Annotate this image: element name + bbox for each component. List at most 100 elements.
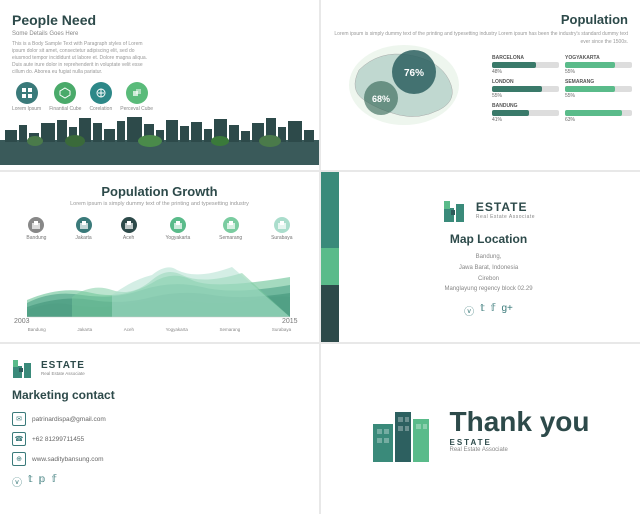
estate-logo: ESTATE Real Estate Associate [442, 196, 535, 224]
slide1-subtitle: Some Details Goes Here [12, 31, 307, 37]
twitter-icon[interactable]: 𝕥 [480, 303, 485, 318]
slide5-logo-text-area: ESTATE Real Estate Associate [41, 360, 85, 376]
stat-pair-1: BARCELONA 48% YOGYAKARTA 55% [492, 55, 632, 75]
map-location-title: Map Location [450, 232, 527, 246]
thank-you-text-area: Thank you ESTATE Real Estate Associate [449, 406, 589, 453]
svg-text:2015: 2015 [282, 318, 298, 325]
cities-icons-row: Bandung Jakarta Aceh Yogyakarta [12, 217, 307, 241]
city-aceh: Aceh [121, 217, 137, 241]
stripe-dark [321, 285, 339, 342]
city-semarang: Semarang [219, 217, 242, 241]
population-stats: BARCELONA 48% YOGYAKARTA 55% LONDON 55% [492, 55, 632, 127]
slide5-estate-name: ESTATE [41, 360, 85, 371]
svg-text:68%: 68% [372, 94, 390, 104]
facebook-icon-5[interactable]: 𝕗 [52, 474, 57, 489]
bandung-icon [28, 217, 44, 233]
stat-city-bandung: BANDUNG [492, 103, 559, 109]
presentation-grid: People Need Some Details Goes Here This … [0, 0, 640, 510]
addr-line1: Bandung, [476, 254, 502, 260]
stat-london: LONDON 55% [492, 79, 559, 99]
vimeo-icon-5[interactable]: ⓥ [12, 474, 22, 489]
growth-chart: 2003 2015 Bandung Jakarta Aceh [12, 245, 307, 335]
stat-city-yogya: YOGYAKARTA [565, 55, 632, 61]
cityscape [0, 115, 319, 170]
addr-line4: Manglayung regency block 02.29 [444, 286, 532, 292]
slide-marketing-contact: ESTATE Real Estate Associate Marketing c… [0, 344, 319, 514]
phone-value: +62 81299711455 [32, 436, 84, 443]
pop-title: Population [333, 12, 628, 27]
stripe-green [321, 248, 339, 286]
stat-pair-3: BANDUNG 41% 63% [492, 103, 632, 123]
vimeo-icon[interactable]: ⓥ [464, 303, 474, 318]
slide5-social: ⓥ 𝕥 𝕡 𝕗 [12, 474, 307, 489]
address: Bandung, Jawa Barat, Indonesia Cirebon M… [444, 252, 532, 295]
website-value: www.saditybansung.com [32, 456, 104, 463]
slide6-estate-name: ESTATE [449, 438, 589, 447]
svg-text:76%: 76% [404, 68, 424, 79]
city-yogyakarta: Yogyakarta [165, 217, 190, 241]
surabaya-icon [274, 217, 290, 233]
thank-you-logo [371, 394, 431, 464]
website-contact: ⊕ www.saditybansung.com [12, 452, 307, 466]
svg-text:2003: 2003 [14, 318, 30, 325]
slide6-estate-sub: Real Estate Associate [449, 447, 589, 453]
icon-item-4: Perceval Cube [120, 82, 153, 112]
pg-title: Population Growth [12, 184, 307, 199]
estate-tagline: Real Estate Associate [476, 214, 535, 220]
slide-thank-you: Thank you ESTATE Real Estate Associate [321, 344, 640, 514]
email-contact: ✉ patrinardispa@gmail.com [12, 412, 307, 426]
semarang-icon [223, 217, 239, 233]
slide-population: Population Lorem ipsum is simply dummy t… [321, 0, 640, 170]
addr-line2: Jawa Barat, Indonesia [459, 265, 518, 271]
jakarta-icon [76, 217, 92, 233]
city-jakarta: Jakarta [75, 217, 91, 241]
stripe-teal [321, 172, 339, 248]
addr-line3: Cirebon [478, 276, 499, 282]
estate-name: ESTATE [476, 200, 535, 214]
web-icon: ⊕ [12, 452, 26, 466]
city-bandung: Bandung [26, 217, 46, 241]
icon3-label: Corelation [89, 106, 112, 112]
stat-other: 63% [565, 103, 632, 123]
population-map: 76% 68% [329, 30, 459, 130]
slide1-body: This is a Body Sample Text with Paragrap… [12, 41, 152, 76]
slide-people-need: People Need Some Details Goes Here This … [0, 0, 319, 170]
stat-city-other [565, 103, 632, 109]
slide5-logo: ESTATE Real Estate Associate [12, 356, 307, 380]
stat-city-semarang: SEMARANG [565, 79, 632, 85]
stat-semarang: SEMARANG 55% [565, 79, 632, 99]
phone-contact: ☎ +62 81299711455 [12, 432, 307, 446]
email-icon: ✉ [12, 412, 26, 426]
slide-population-growth: Population Growth Lorem ipsum is simply … [0, 172, 319, 342]
city-surabaya: Surabaya [271, 217, 292, 241]
icon-item-1: Lorem Ipsum [12, 82, 41, 112]
email-value: patrinardispa@gmail.com [32, 416, 106, 423]
stat-yogyakarta: YOGYAKARTA 55% [565, 55, 632, 75]
icon-item-3: Corelation [89, 82, 112, 112]
lorem-ipsum-icon [16, 82, 38, 104]
phone-icon: ☎ [12, 432, 26, 446]
slide-map-location: ESTATE Real Estate Associate Map Locatio… [321, 172, 640, 342]
estate-logo-text-area: ESTATE Real Estate Associate [476, 200, 535, 220]
icon1-label: Lorem Ipsum [12, 106, 41, 112]
pinterest-icon-5[interactable]: 𝕡 [39, 474, 46, 489]
icon4-label: Perceval Cube [120, 106, 153, 112]
yogyakarta-icon [170, 217, 186, 233]
icon2-label: Finantial Cube [49, 106, 81, 112]
social-links: ⓥ 𝕥 𝕗 g+ [464, 303, 513, 318]
google-plus-icon[interactable]: g+ [501, 303, 512, 318]
decorative-stripe [321, 172, 339, 342]
stat-pair-2: LONDON 55% SEMARANG 55% [492, 79, 632, 99]
stat-city-london: LONDON [492, 79, 559, 85]
aceh-icon [121, 217, 137, 233]
slide1-title: People Need [12, 12, 307, 28]
perceval-cube-icon [126, 82, 148, 104]
icon-item-2: Finantial Cube [49, 82, 81, 112]
slide5-estate-sub: Real Estate Associate [41, 371, 85, 376]
thank-you-heading: Thank you [449, 406, 589, 438]
correlation-icon [90, 82, 112, 104]
facebook-icon[interactable]: 𝕗 [491, 303, 496, 318]
twitter-icon-5[interactable]: 𝕥 [28, 474, 33, 489]
financial-cube-icon [54, 82, 76, 104]
stat-barcelona: BARCELONA 48% [492, 55, 559, 75]
